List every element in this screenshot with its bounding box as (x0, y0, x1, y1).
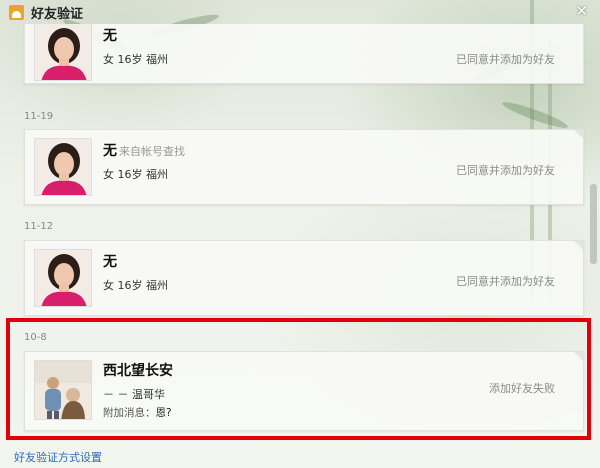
request-card[interactable]: 无 女 16岁 福州 已同意并添加为好友 (24, 240, 584, 316)
request-date: 11-19 (24, 111, 54, 122)
requester-name[interactable]: 无 (103, 251, 117, 271)
request-status: 已同意并添加为好友 (456, 53, 555, 66)
requester-info: 女 16岁 福州 (103, 168, 168, 181)
requester-info: 女 16岁 福州 (103, 279, 168, 292)
avatar[interactable] (34, 138, 92, 196)
requester-name-text[interactable]: 无 (103, 143, 117, 159)
scroll-thumb[interactable] (590, 184, 597, 264)
requester-name[interactable]: 无 (103, 25, 117, 45)
request-status: 已同意并添加为好友 (456, 164, 555, 177)
request-card[interactable]: 无 女 16岁 福州 已同意并添加为好友 (24, 24, 584, 84)
request-card[interactable]: 无来自帐号查找 女 16岁 福州 已同意并添加为好友 (24, 129, 584, 205)
highlight-box (6, 318, 591, 440)
request-date: 11-12 (24, 221, 54, 232)
window-title: 好友验证 (31, 6, 84, 22)
verification-settings-link[interactable]: 好友验证方式设置 (14, 449, 102, 465)
close-icon[interactable]: ✕ (575, 2, 588, 20)
bottom-bar: 好友验证方式设置 (0, 446, 600, 468)
title-bar: 好友验证 ✕ (0, 0, 600, 24)
avatar[interactable] (34, 249, 92, 307)
avatar[interactable] (34, 24, 92, 81)
request-status: 已同意并添加为好友 (456, 275, 555, 288)
qq-user-icon (9, 4, 24, 20)
requester-info: 女 16岁 福州 (103, 53, 168, 66)
requester-name[interactable]: 无来自帐号查找 (103, 140, 185, 160)
request-source: 来自帐号查找 (119, 145, 185, 158)
